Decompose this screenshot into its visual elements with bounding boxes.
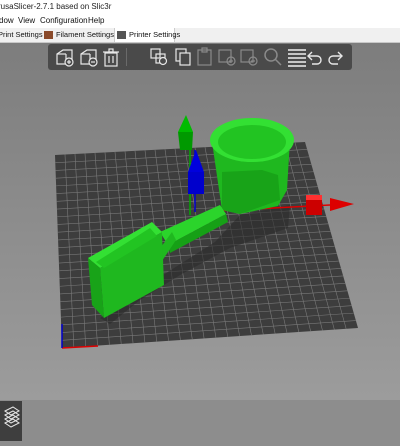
scene-canvas[interactable]: [0, 43, 400, 400]
model-cup-inside: [218, 125, 286, 159]
remove-instance-button[interactable]: [238, 46, 260, 68]
window-title: rusaSlicer-2.7.1 based on Slic3r: [0, 2, 112, 11]
delete-button[interactable]: [78, 46, 100, 68]
printer-icon: [117, 31, 126, 39]
menu-configuration[interactable]: Configuration: [40, 14, 88, 28]
delete-all-button[interactable]: [100, 46, 122, 68]
y-axis-arrow: [178, 115, 193, 132]
tab-printer-settings[interactable]: Printer Settings: [114, 28, 180, 42]
copy-button[interactable]: [172, 46, 194, 68]
view-toggle-button[interactable]: [0, 401, 22, 441]
arrange-icon: [150, 48, 168, 66]
paste-icon: [197, 47, 212, 66]
delete-all-icon: [103, 48, 119, 67]
tab-print-settings[interactable]: Print Settings: [0, 28, 43, 42]
tab-bar: Print Settings Filament Settings Printer…: [0, 28, 400, 43]
z-axis-handle: [188, 172, 204, 194]
menu-help[interactable]: Help: [88, 14, 104, 28]
menu-window[interactable]: dow: [0, 14, 14, 28]
tab-printer-settings-label: Printer Settings: [129, 30, 181, 39]
delete-icon: [80, 49, 98, 67]
undo-button[interactable]: [302, 46, 324, 68]
layers-view-icon: [4, 406, 20, 428]
y-axis-handle: [178, 132, 193, 150]
add-icon: [56, 49, 74, 67]
add-instance-button[interactable]: [216, 46, 238, 68]
top-toolbar: [48, 44, 352, 70]
menu-bar: dow View Configuration Help: [0, 14, 400, 28]
undo-icon: [307, 51, 322, 65]
tab-filament-settings-label: Filament Settings: [56, 30, 114, 39]
copy-icon: [175, 48, 191, 66]
search-button[interactable]: [262, 46, 284, 68]
add-instance-icon: [218, 49, 236, 66]
toolbar-separator: [126, 48, 127, 66]
remove-instance-icon: [240, 49, 258, 66]
redo-icon: [328, 51, 343, 65]
add-button[interactable]: [54, 46, 76, 68]
paste-button[interactable]: [194, 46, 216, 68]
arrange-button[interactable]: [148, 46, 170, 68]
redo-button[interactable]: [326, 46, 348, 68]
tab-print-settings-label: Print Settings: [0, 30, 43, 39]
title-bar: rusaSlicer-2.7.1 based on Slic3r: [0, 0, 400, 14]
filament-spool-icon: [44, 31, 53, 39]
menu-view[interactable]: View: [18, 14, 35, 28]
3d-viewport[interactable]: [0, 43, 400, 441]
x-axis-handle-top: [306, 195, 322, 200]
x-axis-arrow: [330, 198, 354, 211]
search-icon: [264, 48, 282, 66]
